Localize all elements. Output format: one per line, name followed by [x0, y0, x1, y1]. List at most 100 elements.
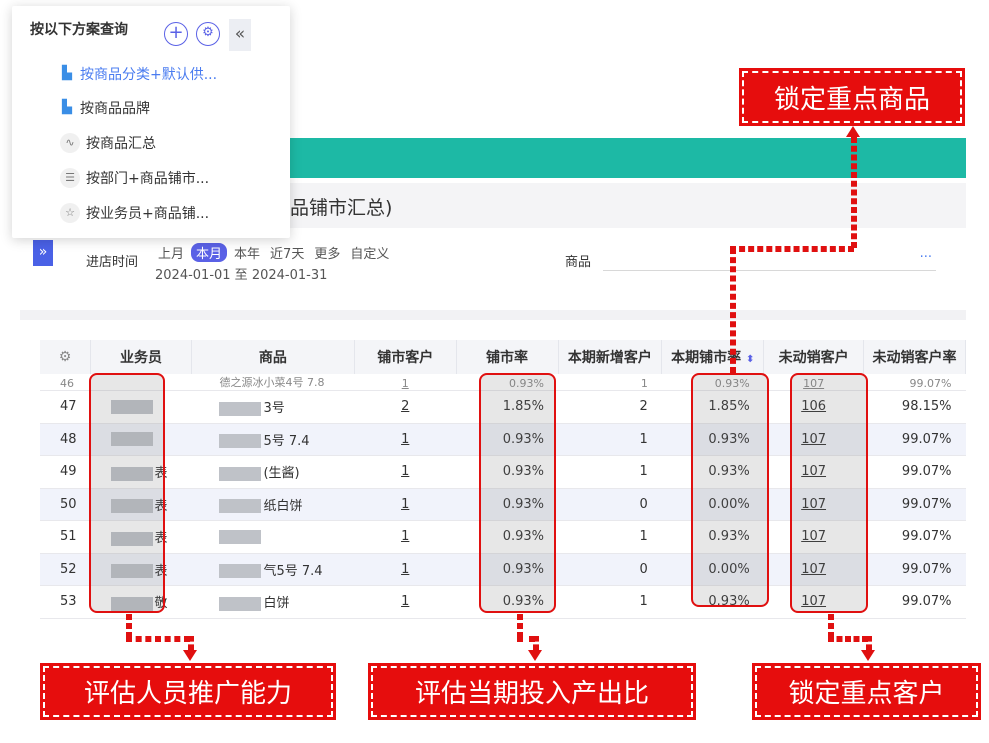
header-goods[interactable]: 商品	[191, 340, 355, 374]
section-divider	[20, 310, 966, 320]
list-icon: ☰	[60, 168, 80, 188]
row-salesperson: 表	[90, 520, 192, 554]
row-unsold-customers-link[interactable]: 107	[763, 374, 864, 391]
scheme-item-label: 按业务员+商品铺...	[86, 206, 210, 222]
row-coverage-rate: 0.93%	[456, 488, 558, 521]
header-unsold-rate[interactable]: 未动销客户率	[863, 340, 966, 374]
expand-panel-button[interactable]: »	[33, 240, 53, 266]
row-salesperson: 表	[90, 553, 192, 586]
table-row[interactable]: 48 5号 7.4 1 0.93% 1 0.93% 107 99.07%	[40, 423, 966, 456]
row-salesperson: 敬	[90, 585, 192, 619]
collapse-panel-button[interactable]: «	[229, 19, 251, 51]
redacted-text	[219, 499, 262, 514]
row-coverage-rate: 1.85%	[456, 390, 558, 424]
row-unsold-rate: 99.07%	[863, 585, 966, 619]
table-row[interactable]: 47 3号 2 1.85% 2 1.85% 106 98.15%	[40, 390, 966, 424]
header-period-coverage-rate[interactable]: 本期铺市率 ⬍	[661, 340, 765, 374]
row-coverage-customers-link[interactable]: 1	[354, 374, 457, 391]
row-new-customers: 1	[558, 423, 662, 456]
row-coverage-customers-link[interactable]: 1	[354, 553, 457, 586]
row-goods: 白饼	[191, 585, 355, 619]
callout-assess-roi: 评估当期投入产出比	[368, 663, 696, 720]
header-coverage-customers[interactable]: 铺市客户	[354, 340, 457, 374]
row-coverage-rate: 0.93%	[456, 455, 558, 489]
connector-line	[730, 246, 854, 252]
header-unsold-customers[interactable]: 未动销客户	[763, 340, 865, 374]
row-new-customers: 2	[558, 390, 662, 424]
row-unsold-customers-link[interactable]: 107	[763, 455, 864, 489]
period-this-month[interactable]: 本月	[191, 243, 228, 262]
row-coverage-customers-link[interactable]: 1	[354, 455, 457, 489]
row-unsold-customers-link[interactable]: 107	[763, 585, 864, 619]
row-coverage-customers-link[interactable]: 1	[354, 520, 457, 554]
redacted-text	[110, 466, 153, 481]
row-coverage-customers-link[interactable]: 2	[354, 390, 457, 424]
period-last-7-days[interactable]: 近7天	[267, 243, 307, 262]
row-new-customers: 1	[558, 455, 662, 489]
row-coverage-customers-link[interactable]: 1	[354, 423, 457, 456]
row-salesperson: 表	[90, 455, 192, 489]
period-more[interactable]: 更多	[311, 243, 343, 262]
row-period-rate: 0.00%	[661, 488, 764, 521]
row-new-customers: 0	[558, 553, 662, 586]
row-period-rate: 0.93%	[661, 374, 764, 391]
period-last-month[interactable]: 上月	[155, 243, 187, 262]
scheme-item-label: 按商品分类+默认供...	[80, 67, 218, 83]
add-scheme-button[interactable]: +	[164, 22, 188, 46]
redacted-text	[110, 564, 153, 579]
row-unsold-rate: 99.07%	[863, 520, 966, 554]
scheme-settings-button[interactable]: ⚙	[196, 22, 220, 46]
column-settings-icon[interactable]: ⚙	[40, 340, 92, 374]
header-salesperson[interactable]: 业务员	[90, 340, 192, 374]
row-unsold-customers-link[interactable]: 107	[763, 520, 864, 554]
row-period-rate: 0.93%	[661, 455, 764, 489]
header-new-customers[interactable]: 本期新增客户	[558, 340, 663, 374]
period-custom[interactable]: 自定义	[347, 243, 392, 262]
scheme-item-department[interactable]: ☰ 按部门+商品铺市...	[60, 165, 209, 191]
connector-line	[533, 636, 539, 650]
scheme-item-label: 按商品汇总	[86, 136, 156, 152]
redacted-text	[110, 432, 153, 447]
connector-line	[730, 248, 736, 373]
connector-line	[828, 636, 868, 642]
arrow-up-icon	[846, 126, 860, 137]
row-unsold-customers-link[interactable]: 106	[763, 390, 864, 424]
date-range: 2024-01-01 至 2024-01-31	[155, 268, 328, 283]
row-unsold-customers-link[interactable]: 107	[763, 553, 864, 586]
period-this-year[interactable]: 本年	[231, 243, 263, 262]
table-row[interactable]: 50 表纸白饼 1 0.93% 0 0.00% 107 99.07%	[40, 488, 966, 521]
row-goods: (生酱)	[191, 455, 355, 489]
row-coverage-customers-link[interactable]: 1	[354, 488, 457, 521]
arrow-down-icon	[183, 650, 197, 661]
row-period-rate: 0.93%	[661, 423, 764, 456]
row-unsold-customers-link[interactable]: 107	[763, 423, 864, 456]
row-coverage-customers-link[interactable]: 1	[354, 585, 457, 619]
bar-chart-icon: ▙	[62, 100, 72, 115]
row-goods: 纸白饼	[191, 488, 355, 521]
sort-icon[interactable]: ⬍	[746, 354, 754, 365]
scheme-item-salesperson[interactable]: ☆ 按业务员+商品铺...	[60, 200, 209, 226]
table-row[interactable]: 53 敬白饼 1 0.93% 1 0.93% 107 99.07%	[40, 585, 966, 619]
scheme-item-brand[interactable]: ▙ 按商品品牌	[60, 95, 150, 121]
redacted-text	[110, 399, 153, 414]
header-coverage-rate[interactable]: 铺市率	[456, 340, 559, 374]
row-unsold-rate: 99.07%	[863, 553, 966, 586]
row-seq: 52	[40, 553, 91, 586]
visit-time-label: 进店时间	[86, 255, 139, 270]
row-seq: 51	[40, 520, 91, 554]
scheme-item-summary[interactable]: ∿ 按商品汇总	[60, 130, 156, 156]
trend-chart-icon: ∿	[60, 133, 80, 153]
table-row[interactable]: 51 表 1 0.93% 1 0.93% 107 99.07%	[40, 520, 966, 554]
row-unsold-customers-link[interactable]: 107	[763, 488, 864, 521]
row-period-rate: 0.93%	[661, 585, 764, 619]
connector-line	[828, 614, 834, 638]
row-salesperson: 表	[90, 488, 192, 521]
table-row[interactable]: 46 德之源冰小菜4号 7.8 1 0.93% 1 0.93% 107 99.0…	[40, 374, 966, 391]
scheme-panel-title: 按以下方案查询	[30, 22, 128, 38]
more-options-icon[interactable]: ...	[920, 246, 932, 261]
table-row[interactable]: 52 表气5号 7.4 1 0.93% 0 0.00% 107 99.07%	[40, 553, 966, 586]
row-unsold-rate: 99.07%	[863, 423, 966, 456]
row-seq: 53	[40, 585, 91, 619]
scheme-item-category[interactable]: ▙ 按商品分类+默认供...	[60, 61, 217, 87]
table-row[interactable]: 49 表 (生酱) 1 0.93% 1 0.93% 107 99.07%	[40, 455, 966, 489]
